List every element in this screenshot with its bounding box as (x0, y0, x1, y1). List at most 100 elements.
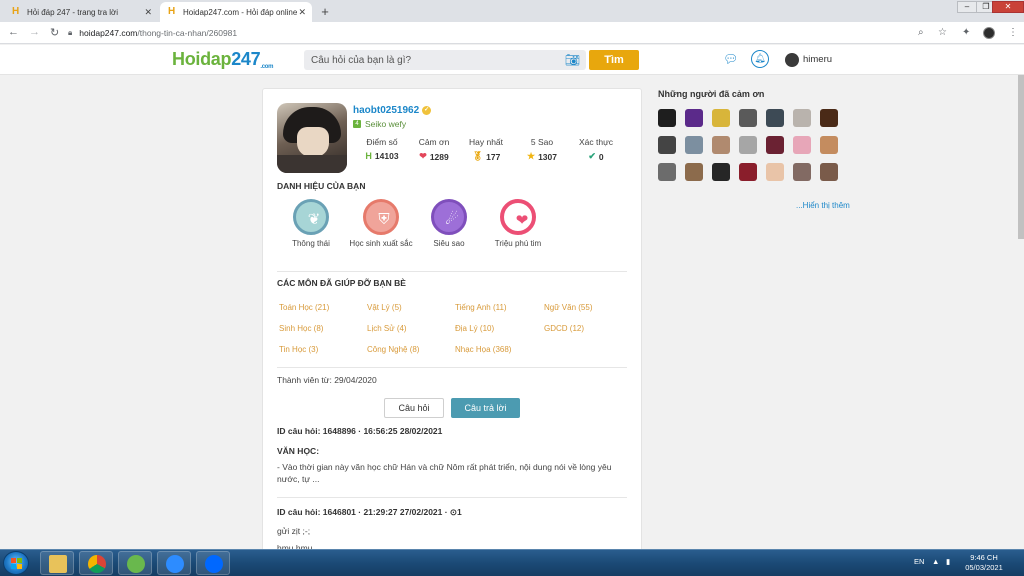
site-favicon: H (12, 6, 20, 17)
zalo-icon (205, 555, 223, 573)
thanks-avatar[interactable] (793, 109, 811, 127)
chat-icon[interactable]: 💬︎ (723, 52, 738, 66)
tab-answers[interactable]: Câu trả lời (451, 398, 520, 418)
close-icon[interactable]: ✕ (144, 7, 152, 18)
medal-icon: 🏅︎ (471, 151, 484, 161)
subject-link[interactable]: Công Nghệ (8) (367, 345, 419, 354)
new-tab-button[interactable]: + (317, 4, 333, 20)
thanks-avatar[interactable] (658, 136, 676, 154)
thanks-avatar[interactable] (685, 136, 703, 154)
profile-avatar (277, 103, 347, 173)
question-id[interactable]: ID câu hỏi: 1646801 · 21:29:27 27/02/202… (277, 507, 462, 518)
show-more-link[interactable]: ...Hiển thị thêm (796, 201, 850, 210)
start-button[interactable] (3, 551, 29, 575)
subject-link[interactable]: GDCD (12) (544, 324, 584, 333)
camera-icon[interactable]: 📷︎ (565, 53, 580, 67)
titles-heading: DANH HIỆU CỦA BẠN (277, 181, 366, 191)
shield-icon: ⛨ (378, 211, 390, 228)
back-arrow-icon[interactable]: ← (8, 26, 19, 38)
thanks-avatar[interactable] (658, 163, 676, 181)
badge-thong-thai: ❦ Thông thái (277, 199, 345, 249)
subject-link[interactable]: Nhạc Họa (368) (455, 345, 511, 354)
browser-menu-icon[interactable]: ⋮ (1008, 27, 1018, 38)
thanks-avatar[interactable] (820, 109, 838, 127)
taskbar-app-green[interactable] (118, 551, 152, 575)
browser-tab-1[interactable]: H Hỏi đáp 247 - trang tra lời ✕ (4, 2, 158, 22)
os-taskbar: EN ▲ ▮ 9:46 CH 05/03/2021 (0, 549, 1024, 576)
thanks-avatar[interactable] (739, 136, 757, 154)
thanks-avatar[interactable] (739, 163, 757, 181)
taskbar-zoom[interactable] (157, 551, 191, 575)
network-icon[interactable]: ▮ (946, 557, 950, 566)
search-button[interactable]: Tìm (589, 50, 639, 70)
url-field[interactable]: 🔒︎ hoidap247.com/thong-tin-ca-nhan/26098… (68, 24, 908, 41)
divider (277, 367, 627, 368)
scrollbar-thumb[interactable] (1018, 75, 1024, 239)
taskbar-clock[interactable]: 9:46 CH 05/03/2021 (962, 553, 1006, 573)
answer-text: gửi zịt ;-; (277, 526, 311, 536)
subject-link[interactable]: Sinh Học (8) (279, 324, 323, 333)
thanks-avatar[interactable] (820, 163, 838, 181)
thanks-avatar[interactable] (766, 136, 784, 154)
answer-text: - Vào thời gian này văn học chữ Hán và c… (277, 462, 612, 484)
bell-icon[interactable]: 🔔︎ (751, 50, 769, 68)
tray-arrow-icon[interactable]: ▲ (932, 557, 939, 566)
taskbar-chrome[interactable] (79, 551, 113, 575)
subject-link[interactable]: Lịch Sử (4) (367, 324, 407, 333)
address-bar: ← → ↻ 🔒︎ hoidap247.com/thong-tin-ca-nhan… (0, 22, 1024, 44)
browser-profile-avatar[interactable] (983, 27, 995, 39)
thanks-avatar[interactable] (685, 109, 703, 127)
divider (277, 497, 627, 498)
forward-arrow-icon[interactable]: → (29, 26, 40, 38)
thanks-avatar[interactable] (712, 109, 730, 127)
language-indicator[interactable]: EN (914, 557, 924, 566)
user-name[interactable]: himeru (803, 54, 832, 65)
thanks-avatar[interactable] (793, 163, 811, 181)
badge-sieu-sao: ☄ Siêu sao (415, 199, 483, 249)
badge-hoc-sinh-xuat-sac: ⛨ Học sinh xuất sắc (347, 199, 415, 249)
browser-tab-2[interactable]: H Hoidap247.com - Hỏi đáp online ✕ (160, 2, 312, 22)
bookmark-star-icon[interactable]: ☆ (938, 27, 947, 38)
chrome-icon (88, 555, 106, 573)
heart-icon: ❤ (419, 151, 427, 161)
tab-questions[interactable]: Câu hỏi (384, 398, 444, 418)
page-scrollbar[interactable] (1018, 75, 1024, 549)
taskbar-zalo[interactable] (196, 551, 230, 575)
subject-link[interactable]: Vật Lý (5) (367, 303, 402, 312)
site-favicon: H (168, 6, 176, 17)
thanks-avatar[interactable] (820, 136, 838, 154)
thanks-avatar[interactable] (793, 136, 811, 154)
thanks-avatar[interactable] (766, 163, 784, 181)
zoom-icon[interactable]: ⌕ (918, 27, 924, 38)
search-placeholder: Câu hỏi của bạn là gì? (311, 54, 412, 66)
search-input[interactable]: Câu hỏi của bạn là gì? 📷︎ (304, 50, 586, 70)
subject-link[interactable]: Tiếng Anh (11) (455, 303, 507, 312)
thanks-avatar[interactable] (712, 136, 730, 154)
subject-link[interactable]: Toán Học (21) (279, 303, 329, 312)
site-logo[interactable]: Hoidap247.com (172, 49, 273, 70)
taskbar-explorer[interactable] (40, 551, 74, 575)
subject-link[interactable]: Địa Lý (10) (455, 324, 494, 333)
thanks-avatar[interactable] (739, 109, 757, 127)
extensions-puzzle-icon[interactable]: ✦ (962, 27, 970, 38)
star-icon: ★ (527, 151, 536, 161)
question-id[interactable]: ID câu hỏi: 1648896 · 16:56:25 28/02/202… (277, 426, 442, 436)
lock-icon: 🔒︎ (68, 27, 73, 37)
subject-link[interactable]: Ngữ Văn (55) (544, 303, 593, 312)
close-icon[interactable]: ✕ (298, 7, 306, 18)
thanks-avatar[interactable] (766, 109, 784, 127)
subjects-heading: CÁC MÔN ĐÃ GIÚP ĐỠ BẠN BÈ (277, 278, 406, 288)
reload-icon[interactable]: ↻ (50, 26, 59, 39)
browser-tab-title: Hoidap247.com - Hỏi đáp online (183, 7, 298, 17)
thanks-avatar[interactable] (658, 109, 676, 127)
thanks-avatar[interactable] (712, 163, 730, 181)
avatar[interactable] (785, 53, 799, 67)
window-close-button[interactable]: ✕ (992, 1, 1024, 13)
minimize-button[interactable]: – (957, 1, 977, 13)
site-header: Hoidap247.com Câu hỏi của bạn là gì? 📷︎ … (0, 45, 1024, 75)
divider (277, 271, 627, 272)
comet-icon: ☄ (445, 211, 459, 228)
thanks-avatar[interactable] (685, 163, 703, 181)
stat-five-stars: 5 Sao ★ 1307 (527, 137, 557, 162)
subject-link[interactable]: Tin Học (3) (279, 345, 318, 354)
